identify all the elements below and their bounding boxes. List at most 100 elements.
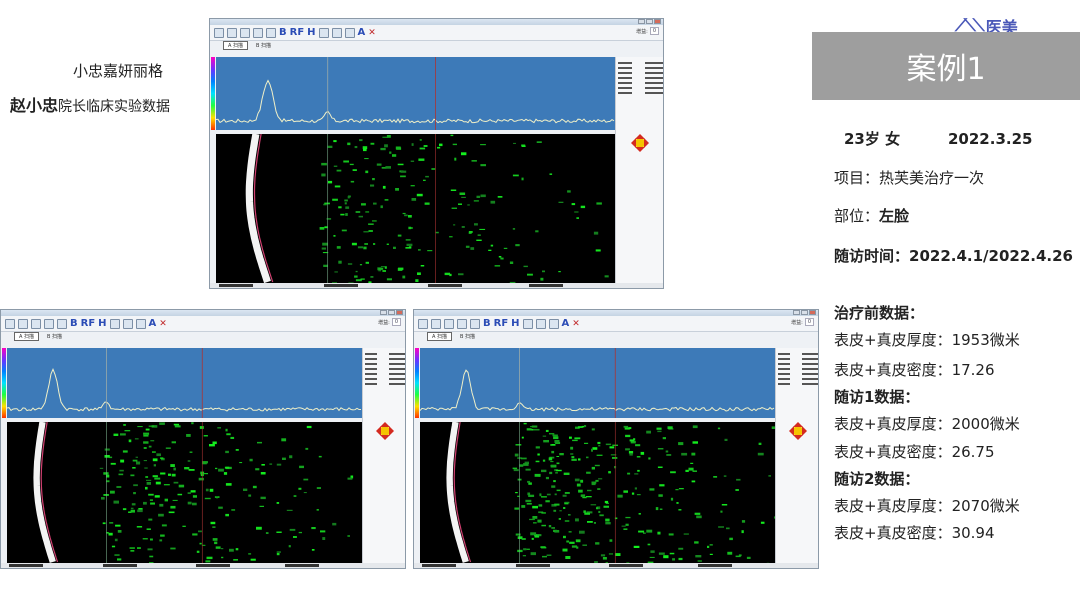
minimize-button[interactable]	[793, 310, 800, 315]
range-icon[interactable]	[548, 318, 559, 329]
rf-mode-button[interactable]: RF	[81, 318, 96, 329]
status-segment	[196, 564, 230, 567]
print-icon[interactable]	[522, 318, 533, 329]
arrow-left-icon[interactable]	[784, 426, 794, 436]
minimize-button[interactable]	[380, 310, 387, 315]
rf-mode-button[interactable]: RF	[494, 318, 509, 329]
tab-b-scan[interactable]: B 扫描	[47, 333, 62, 340]
a-mode-button[interactable]: A	[358, 27, 366, 38]
a-scan-plot	[420, 348, 775, 418]
project-label: 项目：	[834, 169, 880, 187]
close-window-button[interactable]	[396, 310, 403, 315]
gain-input[interactable]: 0	[649, 27, 659, 35]
tab-a-scan[interactable]: A 扫描	[427, 331, 453, 341]
measure-icon[interactable]	[253, 27, 263, 38]
project-value: 热芙美治疗一次	[879, 169, 985, 187]
site-label: 部位：	[834, 207, 880, 225]
b-mode-button[interactable]: B	[483, 318, 491, 329]
followup-line: 随访时间：2022.4.1/2022.4.26	[834, 245, 1073, 266]
folder-icon[interactable]	[431, 318, 441, 329]
scan-window-followup-2: B RF H A ✕ 增益: 0 A 扫描 B 扫描	[413, 309, 819, 569]
a-mode-button[interactable]: A	[562, 318, 570, 329]
h-mode-button[interactable]: H	[98, 318, 106, 329]
brush-icon[interactable]	[122, 318, 133, 329]
gain-control: 增益: 0	[378, 318, 401, 326]
range-icon[interactable]	[135, 318, 146, 329]
navigation-pad[interactable]	[374, 420, 396, 442]
navigation-pad[interactable]	[787, 420, 809, 442]
thickness-value: 表皮+真皮厚度：2000微米	[834, 415, 1020, 433]
h-mode-button[interactable]: H	[307, 27, 315, 38]
arrow-left-icon[interactable]	[371, 426, 381, 436]
search-icon[interactable]	[240, 27, 250, 38]
window-controls	[380, 310, 403, 316]
tab-a-scan[interactable]: A 扫描	[223, 40, 249, 50]
open-file-icon[interactable]	[5, 318, 15, 329]
open-file-icon[interactable]	[214, 27, 224, 38]
maximize-button[interactable]	[801, 310, 808, 315]
folder-icon[interactable]	[227, 27, 237, 38]
status-segment	[516, 564, 550, 567]
toolbar: B RF H A ✕	[210, 25, 663, 41]
toolbar: B RF H A ✕	[1, 316, 405, 332]
followup-label: 随访时间：	[834, 247, 910, 265]
arrow-right-icon[interactable]	[389, 426, 399, 436]
center-icon[interactable]	[381, 427, 389, 435]
status-segment	[428, 284, 462, 287]
print-icon[interactable]	[318, 27, 329, 38]
patient-line: 23岁 女 2022.3.25	[834, 128, 1032, 149]
clinical-data-caption: 赵小忠院长临床实验数据	[10, 92, 210, 116]
arrow-right-icon[interactable]	[802, 426, 812, 436]
tab-b-scan[interactable]: B 扫描	[256, 42, 271, 49]
a-scan-plot	[216, 57, 615, 130]
rf-mode-button[interactable]: RF	[290, 27, 305, 38]
print-icon[interactable]	[109, 318, 120, 329]
h-mode-button[interactable]: H	[511, 318, 519, 329]
probe-icon[interactable]	[57, 318, 67, 329]
gain-input[interactable]: 0	[391, 318, 401, 326]
a-scan-plot	[7, 348, 362, 418]
open-file-icon[interactable]	[418, 318, 428, 329]
measure-icon[interactable]	[44, 318, 54, 329]
close-window-button[interactable]	[809, 310, 816, 315]
arrow-left-icon[interactable]	[626, 138, 636, 148]
a-scan-curve	[216, 57, 615, 130]
measure-icon[interactable]	[457, 318, 467, 329]
range-icon[interactable]	[344, 27, 355, 38]
brush-icon[interactable]	[331, 27, 342, 38]
close-icon[interactable]: ✕	[159, 319, 167, 329]
b-scan-image	[216, 134, 615, 283]
navigation-pad[interactable]	[629, 132, 651, 154]
folder-icon[interactable]	[18, 318, 28, 329]
b-mode-button[interactable]: B	[279, 27, 287, 38]
arrow-down-icon[interactable]	[635, 147, 645, 157]
center-icon[interactable]	[636, 139, 644, 147]
a-scan-curve	[420, 348, 775, 418]
close-icon[interactable]: ✕	[368, 28, 376, 38]
arrow-down-icon[interactable]	[380, 435, 390, 445]
search-icon[interactable]	[31, 318, 41, 329]
search-icon[interactable]	[444, 318, 454, 329]
maximize-button[interactable]	[388, 310, 395, 315]
gain-input[interactable]: 0	[804, 318, 814, 326]
doctor-name: 赵小忠	[10, 96, 59, 115]
window-controls	[793, 310, 816, 316]
probe-icon[interactable]	[470, 318, 480, 329]
tab-a-scan[interactable]: A 扫描	[14, 331, 40, 341]
followup-value: 2022.4.1/2022.4.26	[909, 247, 1073, 265]
probe-icon[interactable]	[266, 27, 276, 38]
color-scale-bar	[211, 57, 215, 130]
status-segment	[285, 564, 319, 567]
close-icon[interactable]: ✕	[572, 319, 580, 329]
tab-b-scan[interactable]: B 扫描	[460, 333, 475, 340]
center-icon[interactable]	[794, 427, 802, 435]
minimize-button[interactable]	[638, 19, 645, 24]
brush-icon[interactable]	[535, 318, 546, 329]
arrow-down-icon[interactable]	[793, 435, 803, 445]
b-mode-button[interactable]: B	[70, 318, 78, 329]
arrow-right-icon[interactable]	[644, 138, 654, 148]
a-mode-button[interactable]: A	[149, 318, 157, 329]
maximize-button[interactable]	[646, 19, 653, 24]
close-window-button[interactable]	[654, 19, 661, 24]
measurement-row	[778, 380, 818, 385]
